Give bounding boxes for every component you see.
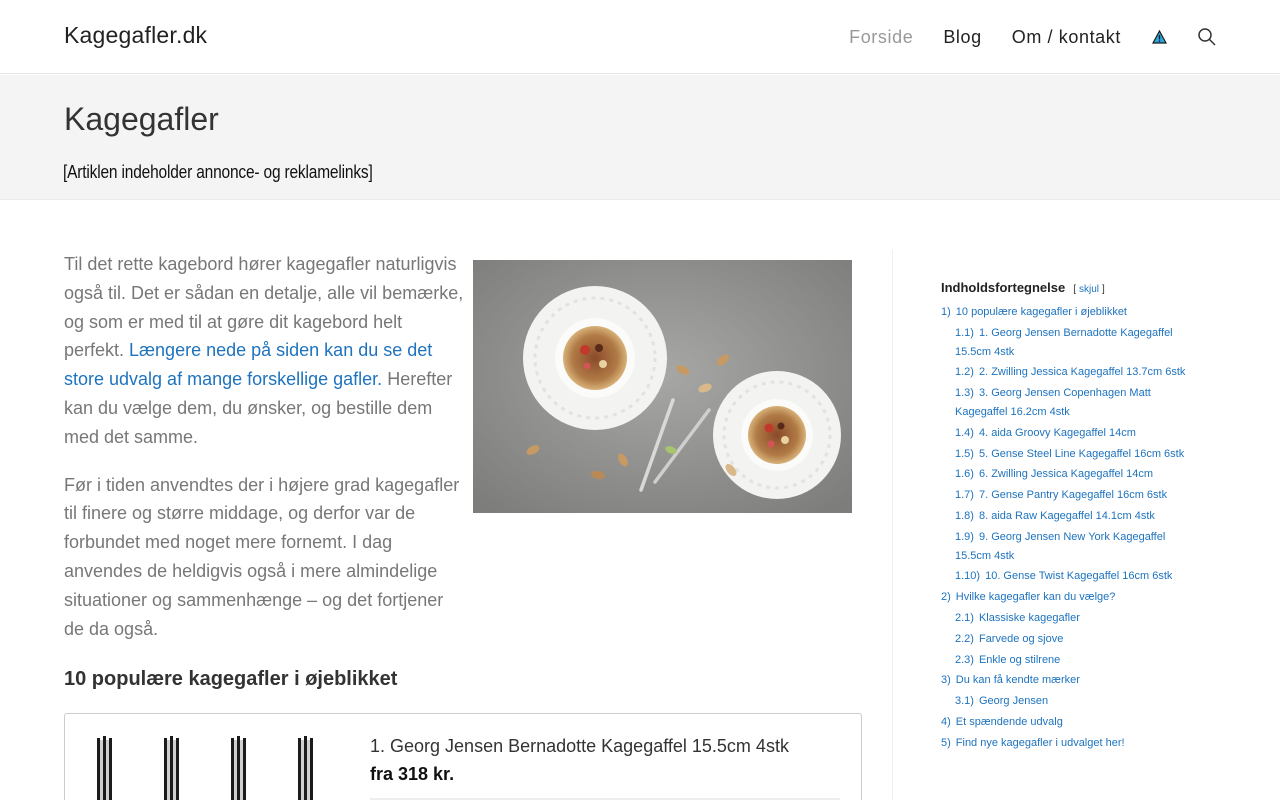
toc-item-number: 2.3) (955, 653, 974, 666)
toc-item[interactable]: 1.6) 6. Zwilling Jessica Kagegaffel 14cm (941, 465, 1201, 484)
toc-list: 1) 10 populære kagegafler i øjeblikket 1.1… (941, 303, 1201, 753)
toc-item-label[interactable]: 1. Georg Jensen Bernadotte Kagegaffel 15… (955, 327, 1173, 358)
toc-item-label[interactable]: 2. Zwilling Jessica Kagegaffel 13.7cm 6s… (979, 366, 1185, 378)
toc-item-number: 2.2) (955, 632, 974, 645)
product-image[interactable] (87, 732, 337, 800)
toc-item-number: 1.4) (955, 426, 974, 439)
history-paragraph: Før i tiden anvendtes der i højere grad … (64, 474, 460, 639)
toc-item-number: 1.10) (955, 570, 981, 583)
toc-item-label[interactable]: 3. Georg Jensen Copenhagen Matt Kagegaff… (955, 387, 1151, 418)
toc-item[interactable]: 1.5) 5. Gense Steel Line Kagegaffel 16cm … (941, 445, 1201, 464)
toc-item[interactable]: 1.1) 1. Georg Jensen Bernadotte Kagegaffe… (941, 324, 1201, 362)
toc-item-number: 3) (941, 674, 951, 687)
toc-item-number: 1.9) (955, 530, 974, 543)
nav-item-forside[interactable]: Forside (849, 27, 913, 48)
toc-item[interactable]: 1.2) 2. Zwilling Jessica Kagegaffel 13.7c… (941, 363, 1201, 382)
site-logo[interactable]: Kagegafler.dk (64, 22, 207, 49)
toc-item-number: 1.8) (955, 509, 974, 522)
toc-toggle-open: [ (1073, 284, 1077, 295)
product-name[interactable]: 1. Georg Jensen Bernadotte Kagegaffel 15… (370, 736, 789, 757)
toc-item[interactable]: 2.2) Farvede og sjove (941, 630, 1201, 649)
nav-item-blog[interactable]: Blog (943, 27, 981, 48)
intro-paragraph: Til det rette kagebord hører kagegafler … (64, 250, 464, 452)
toc-item-number: 1) (941, 306, 951, 318)
toc-item[interactable]: 1.10) 10. Gense Twist Kagegaffel 16cm 6st… (941, 567, 1201, 586)
toc-item-number: 1.6) (955, 468, 974, 481)
toc-item-label[interactable]: Hvilke kagegafler kan du vælge? (956, 591, 1116, 603)
toc-item[interactable]: 2) Hvilke kagegafler kan du vælge? (941, 588, 1201, 607)
page-title: Kagegafler (64, 101, 219, 137)
toc-item-label[interactable]: 4. aida Groovy Kagegaffel 14cm (979, 427, 1136, 439)
table-of-contents: Indholdsfortegnelse [skjul] 1) 10 populær… (941, 280, 1201, 755)
toc-item[interactable]: 3.1) Georg Jensen (941, 692, 1201, 711)
toc-item[interactable]: 1.4) 4. aida Groovy Kagegaffel 14cm (941, 424, 1201, 443)
toc-item-label[interactable]: 8. aida Raw Kagegaffel 14.1cm 4stk (979, 510, 1155, 522)
site-header: Kagegafler.dk Forside Blog Om / kontakt (0, 0, 1280, 74)
main-content: Til det rette kagebord hører kagegafler … (64, 250, 862, 800)
toc-item-number: 3.1) (955, 695, 974, 708)
toc-item-number: 1.2) (955, 366, 974, 379)
hero-image (473, 260, 852, 513)
toc-item[interactable]: 1.7) 7. Gense Pantry Kagegaffel 16cm 6stk (941, 486, 1201, 505)
main-nav: Forside Blog Om / kontakt (849, 0, 1280, 74)
toc-item-label[interactable]: Farvede og sjove (979, 633, 1063, 645)
toc-item-label[interactable]: 10. Gense Twist Kagegaffel 16cm 6stk (985, 570, 1172, 582)
toc-item-label[interactable]: Klassiske kagegafler (979, 612, 1080, 624)
nav-item-om-kontakt[interactable]: Om / kontakt (1012, 27, 1121, 48)
toc-item[interactable]: 2.1) Klassiske kagegafler (941, 609, 1201, 628)
toc-item[interactable]: 5) Find nye kagegafler i udvalget her! (941, 734, 1201, 753)
toc-header: Indholdsfortegnelse [skjul] (941, 280, 1201, 295)
toc-title: Indholdsfortegnelse (941, 280, 1066, 295)
toc-item-number: 2.1) (955, 611, 974, 624)
toc-item-number: 1.1) (955, 326, 974, 339)
toc-item-label[interactable]: 10 populære kagegafler i øjeblikket (956, 306, 1127, 318)
toc-toggle-close: ] (1102, 284, 1105, 295)
toc-hide-link[interactable]: skjul (1079, 284, 1099, 295)
toc-item-number: 5) (941, 736, 951, 749)
sidebar-divider (892, 250, 893, 800)
toc-item-label[interactable]: Find nye kagegafler i udvalget her! (956, 737, 1125, 749)
toc-item-label[interactable]: 6. Zwilling Jessica Kagegaffel 14cm (979, 468, 1153, 480)
toc-item-label[interactable]: 7. Gense Pantry Kagegaffel 16cm 6stk (979, 489, 1167, 501)
toc-item-label[interactable]: Et spændende udvalg (956, 716, 1063, 728)
toc-item[interactable]: 1.9) 9. Georg Jensen New York Kagegaffel … (941, 528, 1201, 566)
toc-toggle: [skjul] (1073, 284, 1105, 295)
toc-item[interactable]: 3) Du kan få kendte mærker (941, 671, 1201, 690)
toc-item-label[interactable]: 9. Georg Jensen New York Kagegaffel 15.5… (955, 531, 1165, 562)
toc-item[interactable]: 4) Et spændende udvalg (941, 713, 1201, 732)
toc-item-number: 1.5) (955, 447, 974, 460)
warning-icon[interactable] (1151, 29, 1167, 45)
toc-item-label[interactable]: Du kan få kendte mærker (956, 674, 1080, 686)
product-card[interactable]: 1. Georg Jensen Bernadotte Kagegaffel 15… (64, 713, 862, 800)
toc-item-label[interactable]: Enkle og stilrene (979, 654, 1060, 666)
toc-item-label[interactable]: 5. Gense Steel Line Kagegaffel 16cm 6stk (979, 448, 1184, 460)
toc-item-number: 1.3) (955, 387, 974, 400)
toc-item[interactable]: 2.3) Enkle og stilrene (941, 651, 1201, 670)
toc-item-number: 1.7) (955, 489, 974, 502)
search-icon[interactable] (1197, 27, 1217, 47)
toc-item-number: 4) (941, 715, 951, 728)
section-heading-popular: 10 populære kagegafler i øjeblikket (64, 668, 398, 691)
toc-item[interactable]: 1.3) 3. Georg Jensen Copenhagen Matt Kage… (941, 384, 1201, 422)
page-title-band: Kagegafler [Artiklen indeholder annonce-… (0, 75, 1280, 200)
toc-item[interactable]: 1) 10 populære kagegafler i øjeblikket (941, 303, 1201, 322)
product-price: fra 318 kr. (370, 764, 455, 785)
toc-item-label[interactable]: Georg Jensen (979, 695, 1048, 707)
toc-item-number: 2) (941, 591, 951, 604)
toc-item[interactable]: 1.8) 8. aida Raw Kagegaffel 14.1cm 4stk (941, 507, 1201, 526)
ad-disclaimer: [Artiklen indeholder annonce- og reklame… (63, 162, 373, 182)
